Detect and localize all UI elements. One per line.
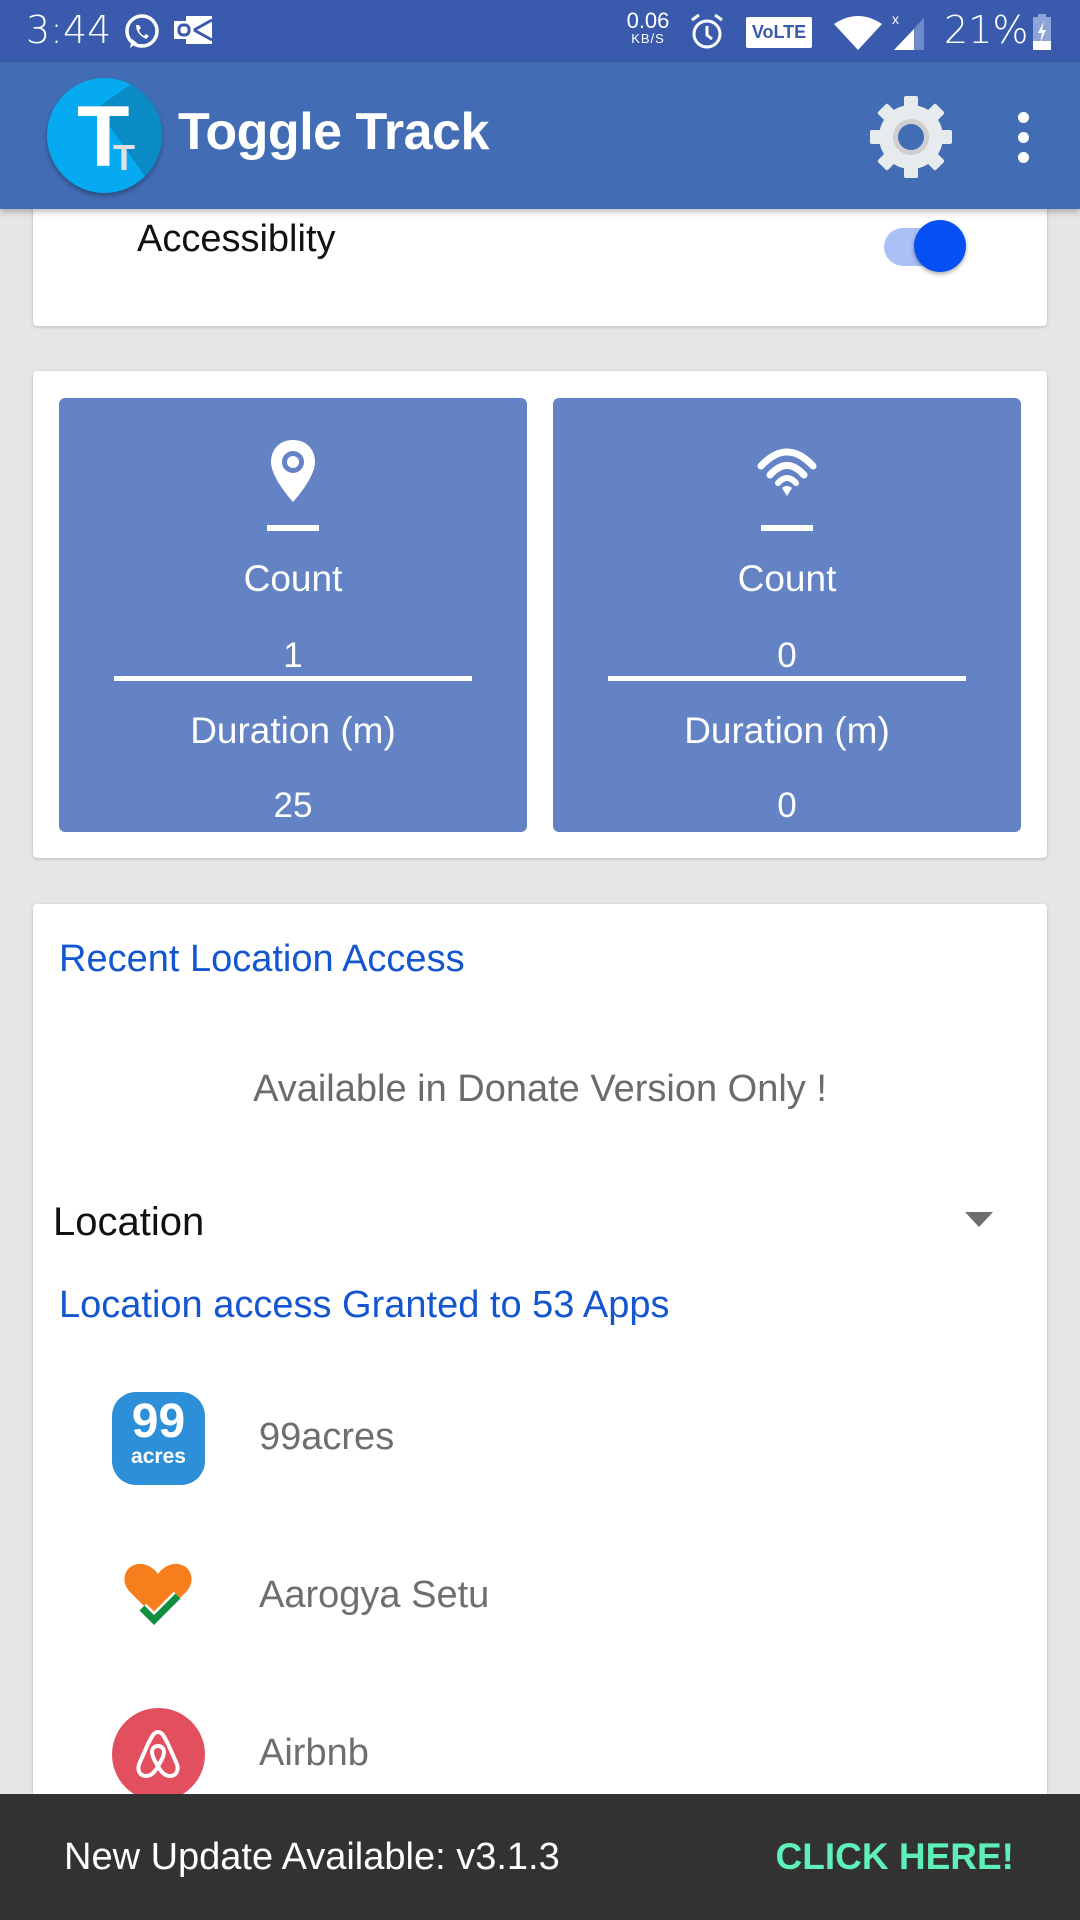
- permission-dropdown[interactable]: Location: [53, 1198, 1033, 1258]
- accessibility-label: Accessiblity: [137, 218, 336, 260]
- svg-text:x: x: [892, 11, 899, 27]
- cell-signal-icon: x: [892, 10, 926, 57]
- app-name: 99acres: [259, 1416, 395, 1458]
- donate-message: Available in Donate Version Only !: [253, 1068, 827, 1110]
- tile-divider: [114, 676, 472, 681]
- update-action-button[interactable]: CLICK HERE!: [776, 1836, 1014, 1878]
- volte-badge: VoLTE: [746, 17, 812, 48]
- status-bar: 3:44 0.06 KB/S VoLTE x 21%: [0, 0, 1080, 62]
- dot: [1018, 132, 1029, 143]
- wifi-stats-tile[interactable]: Count 0 Duration (m) 0: [553, 398, 1021, 832]
- gear-icon: [870, 96, 952, 178]
- aarogya-setu-icon: [112, 1550, 205, 1643]
- count-value: 0: [777, 636, 797, 675]
- airbnb-icon: [112, 1708, 205, 1801]
- stats-card: Count 1 Duration (m) 25 Count 0 Duration…: [33, 371, 1047, 858]
- outlook-icon: [172, 12, 214, 53]
- permission-dropdown-value: Location: [53, 1200, 205, 1244]
- duration-value: 0: [777, 786, 797, 825]
- network-speed: 0.06 KB/S: [626, 8, 670, 46]
- accessibility-card: Accessiblity: [33, 200, 1047, 326]
- wifi-status-icon: [832, 16, 884, 55]
- duration-value: 25: [273, 786, 313, 825]
- battery-percent: 21%: [944, 8, 1029, 52]
- battery-charging-icon: [1032, 14, 1052, 55]
- dot: [1018, 112, 1029, 123]
- alarm-icon: [688, 12, 726, 57]
- location-pin-icon: [263, 436, 323, 506]
- tile-divider-short: [267, 525, 319, 531]
- location-card: Recent Location Access Available in Dona…: [33, 904, 1047, 1804]
- chevron-down-icon: [965, 1212, 993, 1227]
- count-label: Count: [243, 558, 343, 599]
- accessibility-toggle[interactable]: [882, 210, 968, 272]
- count-value: 1: [283, 636, 303, 675]
- logo-small-letter: T: [113, 137, 135, 178]
- app-name: Aarogya Setu: [259, 1574, 490, 1616]
- 99acres-icon: 99 acres: [112, 1392, 205, 1485]
- toggle-thumb: [914, 220, 966, 272]
- dot: [1018, 152, 1029, 163]
- settings-button[interactable]: [866, 92, 956, 182]
- overflow-menu-button[interactable]: [1005, 102, 1041, 172]
- count-label: Count: [737, 558, 837, 599]
- app-logo: T T: [47, 78, 162, 193]
- app-bar: T T Toggle Track: [0, 62, 1080, 209]
- app-list-item[interactable]: Aarogya Setu: [33, 1536, 1047, 1656]
- update-snackbar: New Update Available: v3.1.3 CLICK HERE!: [0, 1794, 1080, 1920]
- duration-label: Duration (m): [684, 710, 890, 751]
- app-name: Airbnb: [259, 1732, 369, 1774]
- tile-divider: [608, 676, 966, 681]
- recent-location-title: Recent Location Access: [59, 938, 465, 980]
- duration-label: Duration (m): [190, 710, 396, 751]
- whatsapp-icon: [122, 12, 162, 57]
- status-time: 3:44: [26, 8, 112, 52]
- tile-divider-short: [761, 525, 813, 531]
- location-stats-tile[interactable]: Count 1 Duration (m) 25: [59, 398, 527, 832]
- app-list-item[interactable]: 99 acres 99acres: [33, 1378, 1047, 1498]
- app-title: Toggle Track: [178, 103, 489, 161]
- wifi-icon: [757, 436, 817, 506]
- update-message: New Update Available: v3.1.3: [64, 1836, 560, 1878]
- granted-apps-count: Location access Granted to 53 Apps: [59, 1284, 670, 1326]
